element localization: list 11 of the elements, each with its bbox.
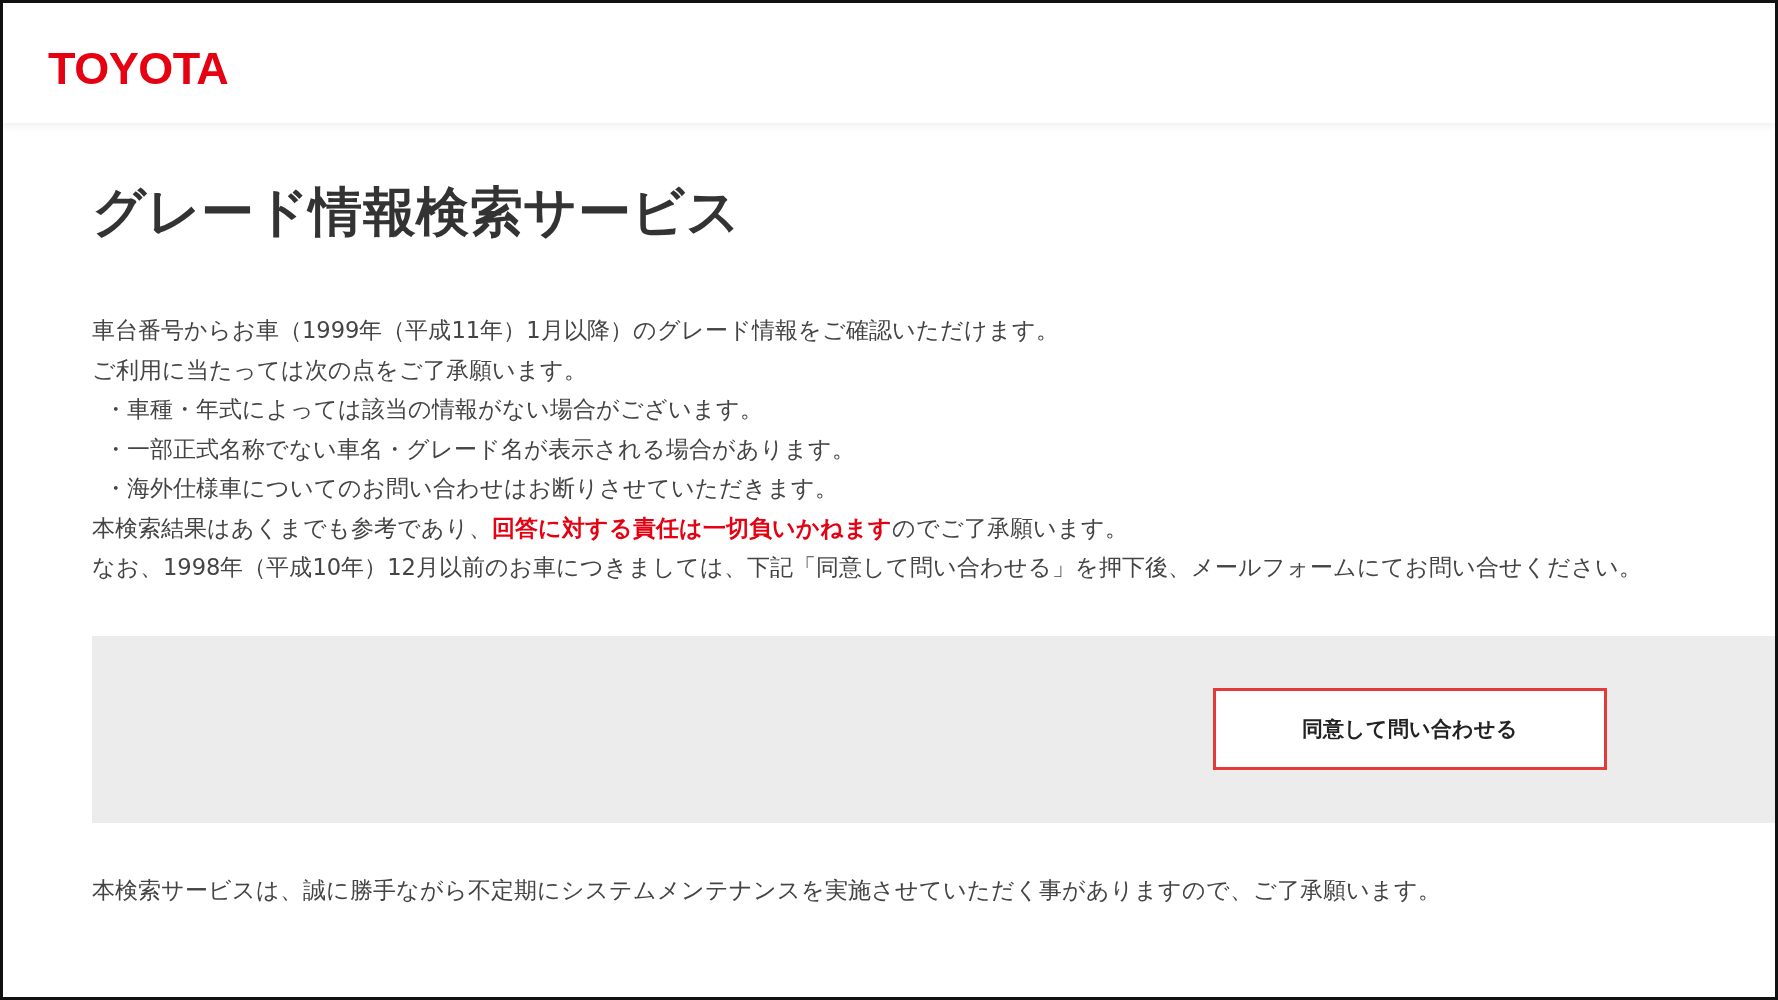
agree-button[interactable]: 同意して問い合わせる	[1213, 688, 1607, 771]
note-item: ・一部正式名称でない車名・グレード名が表示される場合があります。	[103, 434, 856, 464]
intro-text: ご利用に当たっては次の点をご了承願います。	[92, 355, 588, 385]
maintenance-notice: 本検索サービスは、誠に勝手ながら不定期にシステムメンテナンスを実施させていただく事がありますので、ご了承願います。	[92, 875, 1442, 905]
note-item: ・車種・年式によっては該当の情報がない場合がございます。	[103, 395, 764, 425]
disclaimer-text: 本検索結果はあくまでも参考であり、回答に対する責任は一切負いかねますのでご了承願います。	[92, 513, 1129, 543]
page-title: グレード情報検索サービス	[92, 180, 741, 244]
older-cars-text: なお、1998年（平成10年）12月以前のお車につきましては、下記「同意して問い合わせる」を押下後、メールフォームにてお問い合せください。	[92, 553, 1643, 583]
intro-text: 車台番号からお車（1999年（平成11年）1月以降）のグレード情報をご確認いただけます。	[92, 316, 1060, 346]
brand-logo[interactable]: TOYOTA	[48, 45, 229, 91]
note-item: ・海外仕様車についてのお問い合わせはお断りさせていただきます。	[103, 474, 839, 504]
